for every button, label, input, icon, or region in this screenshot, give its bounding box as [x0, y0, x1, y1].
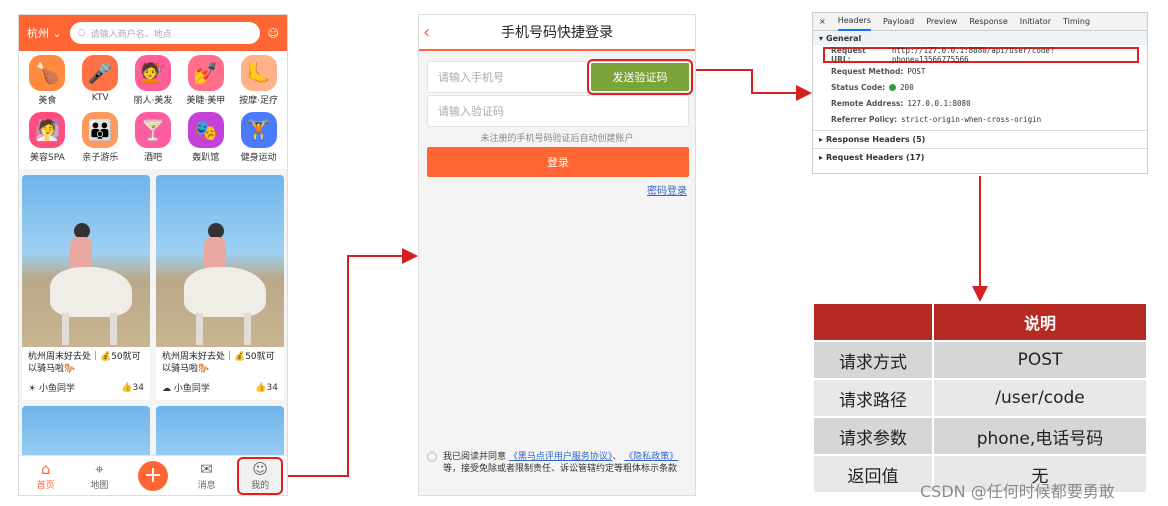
arrow-mine-to-login: [288, 248, 418, 477]
flow-arrows: [288, 69, 988, 477]
arrow-send-to-devtools: [696, 69, 812, 101]
